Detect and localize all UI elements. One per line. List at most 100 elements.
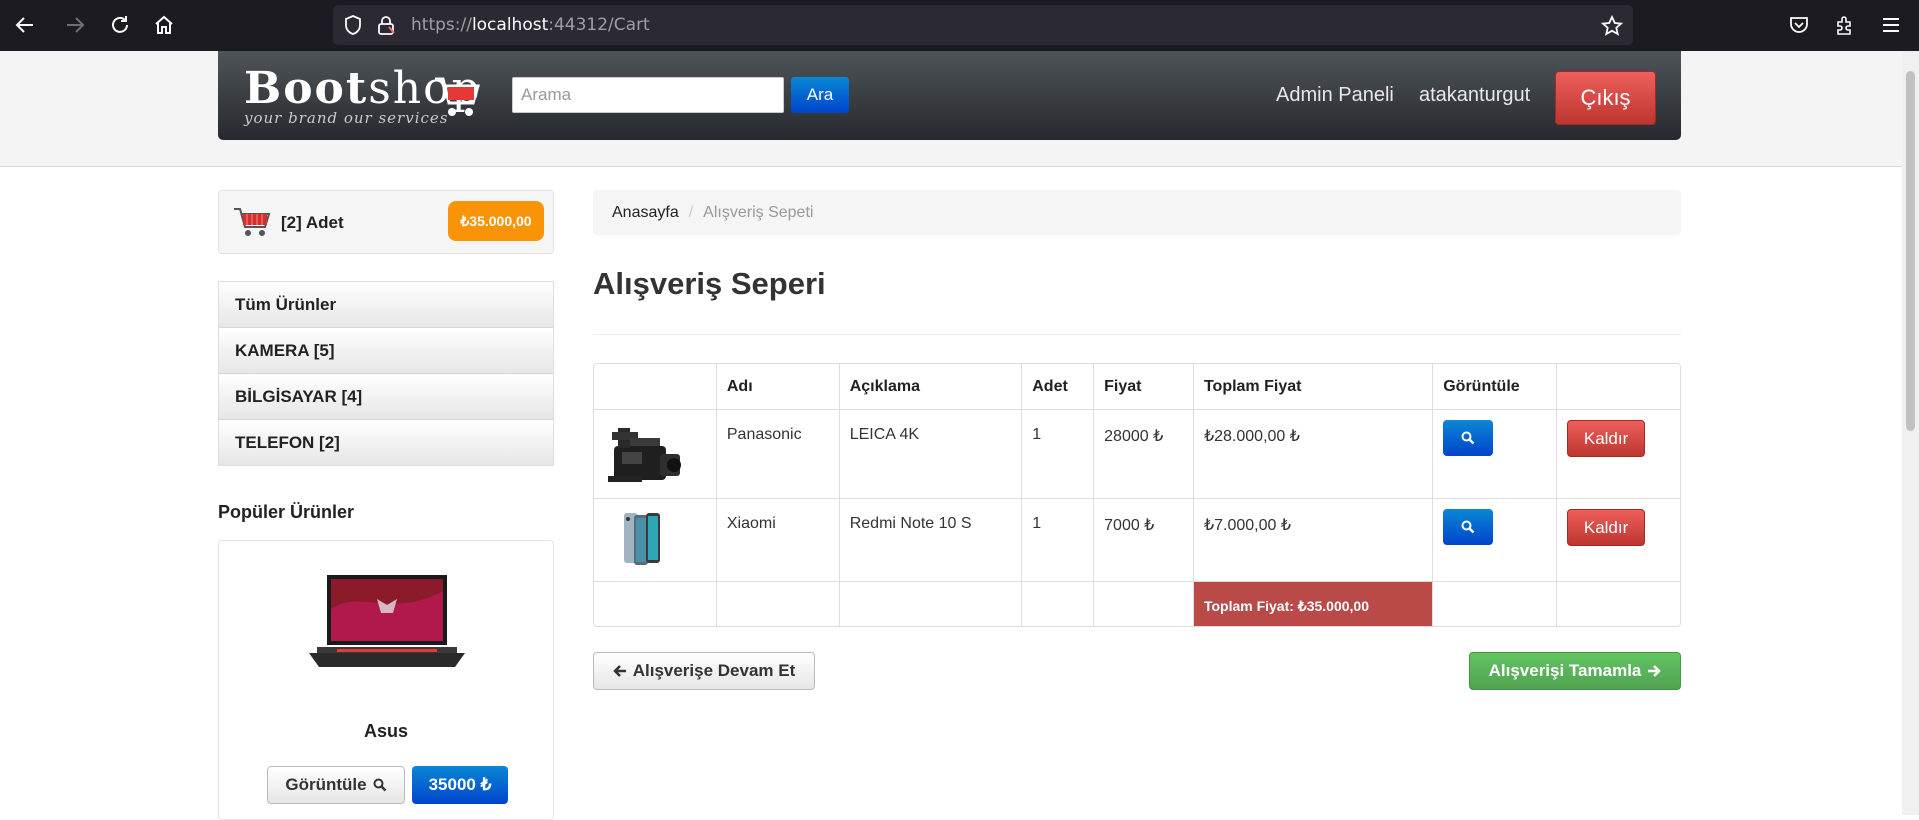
cart-table: Adı Açıklama Adet Fiyat Toplam Fiyat Gör… <box>593 363 1681 627</box>
view-cell <box>1432 498 1557 581</box>
product-name: Panasonic <box>715 409 839 498</box>
col-header-image <box>594 364 716 409</box>
table-row: Panasonic LEICA 4K 1 28000 ₺ ₺28.000,00 … <box>594 409 1680 498</box>
remove-cell: Kaldır <box>1556 409 1680 498</box>
popular-price-button[interactable]: 35000 ₺ <box>412 766 508 804</box>
scroll-thumb[interactable] <box>1906 71 1915 431</box>
url-scheme: https:// <box>411 15 472 35</box>
breadcrumb-home[interactable]: Anasayfa <box>612 204 679 221</box>
col-header-remove <box>1556 364 1680 409</box>
category-list: Tüm Ürünler KAMERA [5] BİLGİSAYAR [4] TE… <box>218 281 554 466</box>
product-description: Redmi Note 10 S <box>838 498 1022 581</box>
cart-summary[interactable]: [2] Adet ₺35.000,00 <box>218 190 554 254</box>
popular-view-label: Görüntüle <box>285 775 367 794</box>
home-button[interactable] <box>151 12 177 38</box>
forward-button[interactable] <box>62 12 88 38</box>
col-header-qty: Adet <box>1021 364 1093 409</box>
view-product-button[interactable] <box>1443 509 1494 545</box>
menu-icon[interactable] <box>1880 14 1902 36</box>
total-row: Toplam Fiyat: ₺35.000,00 <box>594 581 1680 626</box>
reload-icon <box>112 16 128 33</box>
popular-product-name: Asus <box>363 721 408 741</box>
col-header-view: Görüntüle <box>1432 364 1556 409</box>
category-phone[interactable]: TELEFON [2] <box>219 420 553 465</box>
continue-shopping-button[interactable]: Alışverişe Devam Et <box>593 652 815 690</box>
home-icon <box>155 15 173 34</box>
zoom-icon <box>373 778 386 792</box>
product-image-cell <box>594 409 716 498</box>
url-path: :44312/Cart <box>548 15 650 35</box>
laptop-image[interactable] <box>307 569 467 684</box>
breadcrumb-current: Alışveriş Sepeti <box>703 204 814 221</box>
category-all[interactable]: Tüm Ürünler <box>219 282 553 328</box>
arrow-left-icon <box>612 665 626 677</box>
view-product-button[interactable] <box>1443 420 1494 456</box>
product-total: ₺28.000,00 ₺ <box>1192 409 1433 498</box>
view-cell <box>1432 409 1557 498</box>
search-input[interactable] <box>512 77 784 113</box>
table-header-row: Adı Açıklama Adet Fiyat Toplam Fiyat Gör… <box>594 364 1680 409</box>
lock-icon[interactable] <box>376 15 396 35</box>
page-title: Alışveriş Seperi <box>593 266 826 301</box>
cart-logo-icon <box>433 73 481 124</box>
remove-button[interactable]: Kaldır <box>1567 509 1646 546</box>
star-icon[interactable] <box>1601 15 1623 37</box>
empty-cell <box>594 581 716 626</box>
url-text[interactable]: https://localhost:44312/Cart <box>411 5 650 45</box>
product-image-cell <box>594 498 716 581</box>
back-button[interactable] <box>12 12 38 38</box>
empty-cell <box>715 581 839 626</box>
url-bar[interactable]: https://localhost:44312/Cart <box>333 5 1633 45</box>
col-header-description: Açıklama <box>838 364 1022 409</box>
back-icon <box>15 17 33 33</box>
product-total: ₺7.000,00 ₺ <box>1192 498 1433 581</box>
product-qty: 1 <box>1021 498 1094 581</box>
col-header-price: Fiyat <box>1093 364 1193 409</box>
empty-cell <box>1093 581 1193 626</box>
cart-count: [2] Adet <box>281 213 344 232</box>
complete-order-button[interactable]: Alışverişi Tamamla <box>1469 652 1681 690</box>
arrow-right-icon <box>1648 665 1662 677</box>
empty-cell <box>1021 581 1094 626</box>
continue-shopping-label: Alışverişe Devam Et <box>632 661 796 680</box>
empty-cell <box>1432 581 1557 626</box>
grand-total: Toplam Fiyat: ₺35.000,00 <box>1192 581 1433 626</box>
title-divider <box>593 334 1681 335</box>
extensions-icon[interactable] <box>1834 14 1856 36</box>
camera-image[interactable] <box>604 420 684 492</box>
product-description: LEICA 4K <box>838 409 1022 498</box>
product-qty: 1 <box>1021 409 1094 498</box>
product-name: Xiaomi <box>715 498 839 581</box>
shopping-cart-icon <box>233 205 271 244</box>
logout-button[interactable]: Çıkış <box>1555 71 1656 125</box>
empty-cell <box>838 581 1022 626</box>
page-scrollbar[interactable] <box>1902 51 1919 815</box>
shield-icon[interactable] <box>343 15 363 35</box>
browser-toolbar: https://localhost:44312/Cart <box>0 0 1919 51</box>
popular-view-button[interactable]: Görüntüle <box>267 766 405 804</box>
col-header-name: Adı <box>715 364 839 409</box>
remove-cell: Kaldır <box>1556 498 1680 581</box>
category-computer[interactable]: BİLGİSAYAR [4] <box>219 374 553 420</box>
popular-products-heading: Popüler Ürünler <box>218 502 355 522</box>
phone-image[interactable] <box>604 509 684 569</box>
pocket-icon[interactable] <box>1788 14 1810 36</box>
search-button[interactable]: Ara <box>791 77 849 113</box>
forward-icon <box>67 17 85 33</box>
popular-product-card: Asus Görüntüle 35000 ₺ <box>218 540 554 820</box>
admin-panel-link[interactable]: Admin Paneli <box>1276 84 1394 107</box>
col-header-total: Toplam Fiyat <box>1192 364 1432 409</box>
user-link[interactable]: atakanturgut <box>1419 84 1530 107</box>
category-camera[interactable]: KAMERA [5] <box>219 328 553 374</box>
breadcrumb-separator: / <box>688 204 694 221</box>
site-navbar: Bootshop your brand our services Ara Adm… <box>218 51 1681 140</box>
logo-text-bold: Boot <box>244 63 369 114</box>
reload-button[interactable] <box>107 12 133 38</box>
product-price: 28000 ₺ <box>1093 409 1193 498</box>
table-row: Xiaomi Redmi Note 10 S 1 7000 ₺ ₺7.000,0… <box>594 498 1680 581</box>
breadcrumb: Anasayfa / Alışveriş Sepeti <box>593 190 1681 235</box>
cart-total-badge: ₺35.000,00 <box>448 201 544 241</box>
product-price: 7000 ₺ <box>1093 498 1193 581</box>
zoom-icon <box>1461 520 1475 534</box>
remove-button[interactable]: Kaldır <box>1567 420 1646 457</box>
